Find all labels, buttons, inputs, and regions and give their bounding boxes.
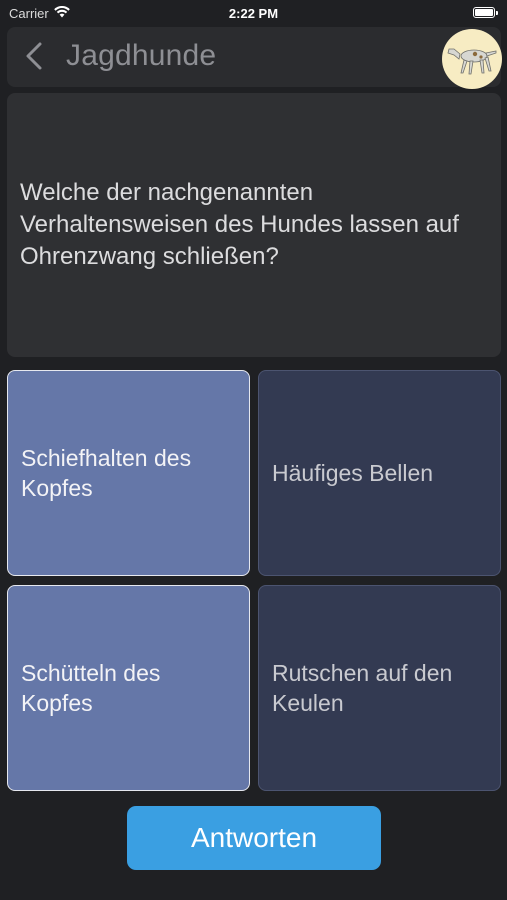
submit-answer-button[interactable]: Antworten	[127, 806, 381, 870]
answer-label: Häufiges Bellen	[272, 460, 434, 486]
page-title: Jagdhunde	[66, 39, 217, 72]
status-time: 2:22 PM	[228, 6, 279, 21]
answer-label: Rutschen auf den Keulen	[272, 660, 453, 716]
answer-option-3[interactable]: Schütteln des Kopfes	[7, 585, 250, 791]
answer-option-1[interactable]: Schiefhalten des Kopfes	[7, 370, 250, 576]
hunting-dog-icon	[447, 48, 497, 75]
answer-label: Schiefhalten des Kopfes	[21, 445, 192, 501]
question-card: Welche der nachgenannten Verhaltensweise…	[7, 93, 501, 357]
status-bar: Carrier 2:22 PM	[0, 0, 507, 28]
chevron-left-icon	[22, 42, 52, 77]
answer-label: Schütteln des Kopfes	[21, 660, 161, 716]
battery-icon	[473, 7, 498, 18]
avatar[interactable]	[442, 29, 502, 89]
nav-bar: Jagdhunde	[7, 27, 502, 89]
answer-option-4[interactable]: Rutschen auf den Keulen	[258, 585, 501, 791]
answer-option-2[interactable]: Häufiges Bellen	[258, 370, 501, 576]
back-button[interactable]	[22, 41, 58, 73]
question-text: Welche der nachgenannten Verhaltensweise…	[20, 179, 459, 270]
